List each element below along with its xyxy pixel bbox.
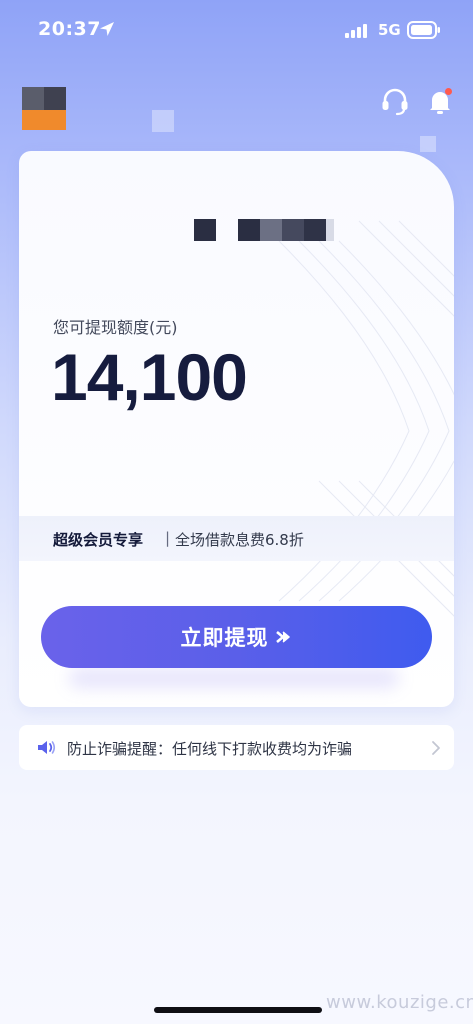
signal-icon bbox=[345, 24, 367, 38]
network-label: 5G bbox=[378, 21, 401, 39]
location-arrow-icon bbox=[100, 22, 114, 36]
promo-title: 超级会员专享 bbox=[53, 531, 144, 549]
decorative-square bbox=[420, 136, 436, 152]
speaker-icon bbox=[38, 741, 56, 754]
withdraw-button-shadow bbox=[69, 668, 399, 688]
masked-user-name bbox=[194, 219, 334, 241]
withdraw-button[interactable]: 立即提现 bbox=[41, 606, 432, 668]
decorative-line-pattern bbox=[278, 220, 454, 617]
bell-icon bbox=[430, 92, 450, 114]
decorative-square bbox=[152, 110, 174, 132]
chevron-right-icon bbox=[432, 741, 440, 755]
promo-description: 全场借款息费6.8折 bbox=[175, 531, 304, 549]
home-indicator[interactable] bbox=[154, 1007, 322, 1013]
vip-promo-banner: 超级会员专享 | 全场借款息费6.8折 bbox=[19, 516, 454, 561]
anti-fraud-notice[interactable]: 防止诈骗提醒：任何线下打款收费均为诈骗 bbox=[19, 725, 454, 770]
status-bar: 20:37 5G bbox=[0, 0, 473, 60]
promo-separator: | bbox=[165, 529, 171, 547]
notification-button[interactable] bbox=[423, 84, 457, 118]
withdraw-button-label: 立即提现 bbox=[180, 626, 269, 650]
notice-text: 防止诈骗提醒：任何线下打款收费均为诈骗 bbox=[67, 740, 353, 758]
headset-icon bbox=[382, 88, 408, 116]
customer-service-button[interactable] bbox=[378, 84, 412, 118]
credit-limit-amount: 14,100 bbox=[51, 340, 248, 414]
battery-icon bbox=[407, 21, 440, 39]
double-chevron-right-icon bbox=[275, 631, 290, 643]
credit-card-panel: 您可提现额度(元) 14,100 超级会员专享 | 全场借款息费6.8折 立即提… bbox=[19, 151, 454, 707]
status-time: 20:37 bbox=[38, 18, 101, 40]
credit-limit-label: 您可提现额度(元) bbox=[53, 318, 178, 337]
notification-badge-dot bbox=[445, 88, 452, 95]
app-logo bbox=[22, 87, 66, 130]
watermark: www.kouzige.cn bbox=[326, 992, 473, 1013]
